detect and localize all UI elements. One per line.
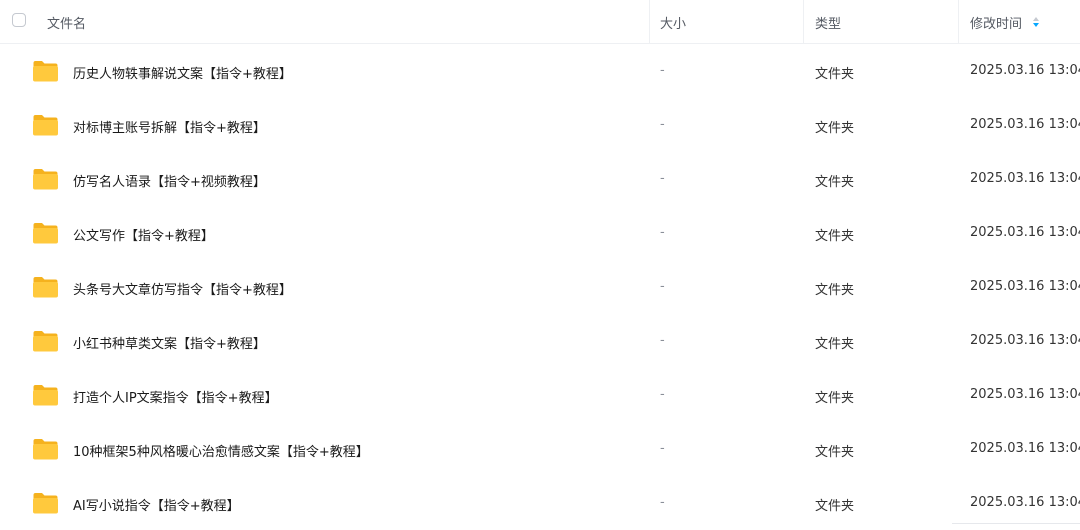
file-modified-time: 2025.03.16 13:04 — [970, 441, 1080, 456]
file-modified-time: 2025.03.16 13:04 — [970, 279, 1080, 294]
file-name[interactable]: AI写小说指令【指令+教程】 — [73, 495, 240, 514]
select-all-checkbox[interactable] — [12, 13, 26, 27]
sort-desc-icon[interactable] — [1031, 15, 1041, 29]
file-name[interactable]: 公文写作【指令+教程】 — [73, 225, 214, 244]
file-modified-time: 2025.03.16 13:04 — [970, 225, 1080, 240]
file-modified-time: 2025.03.16 13:04 — [970, 117, 1080, 132]
file-row[interactable]: 仿写名人语录【指令+视频教程】 - 文件夹 2025.03.16 13:04 — [0, 152, 1080, 206]
file-size: - — [660, 117, 665, 132]
file-type: 文件夹 — [815, 175, 855, 190]
file-list-header: 文件名 大小 类型 修改时间 — [0, 0, 1080, 44]
file-modified-time: 2025.03.16 13:04 — [970, 387, 1080, 402]
file-row[interactable]: AI写小说指令【指令+教程】 - 文件夹 2025.03.16 13:04 — [0, 476, 1080, 530]
file-type: 文件夹 — [815, 67, 855, 82]
folder-icon — [33, 331, 58, 352]
file-row[interactable]: 公文写作【指令+教程】 - 文件夹 2025.03.16 13:04 — [0, 206, 1080, 260]
file-row[interactable]: 头条号大文章仿写指令【指令+教程】 - 文件夹 2025.03.16 13:04 — [0, 260, 1080, 314]
file-name[interactable]: 头条号大文章仿写指令【指令+教程】 — [73, 279, 292, 298]
file-size: - — [660, 171, 665, 186]
file-size: - — [660, 441, 665, 456]
file-row[interactable]: 对标博主账号拆解【指令+教程】 - 文件夹 2025.03.16 13:04 — [0, 98, 1080, 152]
folder-icon — [33, 223, 58, 244]
file-size: - — [660, 63, 665, 78]
file-type: 文件夹 — [815, 445, 855, 460]
file-name[interactable]: 小红书种草类文案【指令+教程】 — [73, 333, 266, 352]
folder-icon — [33, 385, 58, 406]
file-type: 文件夹 — [815, 283, 855, 298]
file-modified-time: 2025.03.16 13:04 — [970, 495, 1080, 510]
file-type: 文件夹 — [815, 391, 855, 406]
folder-icon — [33, 115, 58, 136]
column-divider[interactable] — [649, 0, 650, 43]
column-divider[interactable] — [803, 0, 804, 43]
file-name[interactable]: 仿写名人语录【指令+视频教程】 — [73, 171, 266, 190]
column-divider[interactable] — [958, 0, 959, 43]
folder-icon — [33, 277, 58, 298]
file-type: 文件夹 — [815, 499, 855, 514]
column-header-modified[interactable]: 修改时间 — [970, 13, 1022, 32]
folder-icon — [33, 439, 58, 460]
file-type: 文件夹 — [815, 121, 855, 136]
file-size: - — [660, 387, 665, 402]
file-size: - — [660, 225, 665, 240]
file-name[interactable]: 10种框架5种风格暖心治愈情感文案【指令+教程】 — [73, 441, 369, 460]
folder-icon — [33, 169, 58, 190]
scroll-indicator — [952, 523, 1080, 524]
file-row[interactable]: 打造个人IP文案指令【指令+教程】 - 文件夹 2025.03.16 13:04 — [0, 368, 1080, 422]
file-modified-time: 2025.03.16 13:04 — [970, 63, 1080, 78]
file-modified-time: 2025.03.16 13:04 — [970, 171, 1080, 186]
file-modified-time: 2025.03.16 13:04 — [970, 333, 1080, 348]
folder-icon — [33, 493, 58, 514]
file-type: 文件夹 — [815, 337, 855, 352]
column-header-size[interactable]: 大小 — [660, 13, 686, 32]
file-size: - — [660, 333, 665, 348]
file-size: - — [660, 495, 665, 510]
file-type: 文件夹 — [815, 229, 855, 244]
column-header-name[interactable]: 文件名 — [47, 13, 86, 32]
file-name[interactable]: 打造个人IP文案指令【指令+教程】 — [73, 387, 278, 406]
file-size: - — [660, 279, 665, 294]
file-name[interactable]: 对标博主账号拆解【指令+教程】 — [73, 117, 266, 136]
file-row[interactable]: 小红书种草类文案【指令+教程】 - 文件夹 2025.03.16 13:04 — [0, 314, 1080, 368]
folder-icon — [33, 61, 58, 82]
file-row[interactable]: 10种框架5种风格暖心治愈情感文案【指令+教程】 - 文件夹 2025.03.1… — [0, 422, 1080, 476]
file-name[interactable]: 历史人物轶事解说文案【指令+教程】 — [73, 63, 292, 82]
column-header-type[interactable]: 类型 — [815, 13, 841, 32]
file-row[interactable]: 历史人物轶事解说文案【指令+教程】 - 文件夹 2025.03.16 13:04 — [0, 44, 1080, 98]
